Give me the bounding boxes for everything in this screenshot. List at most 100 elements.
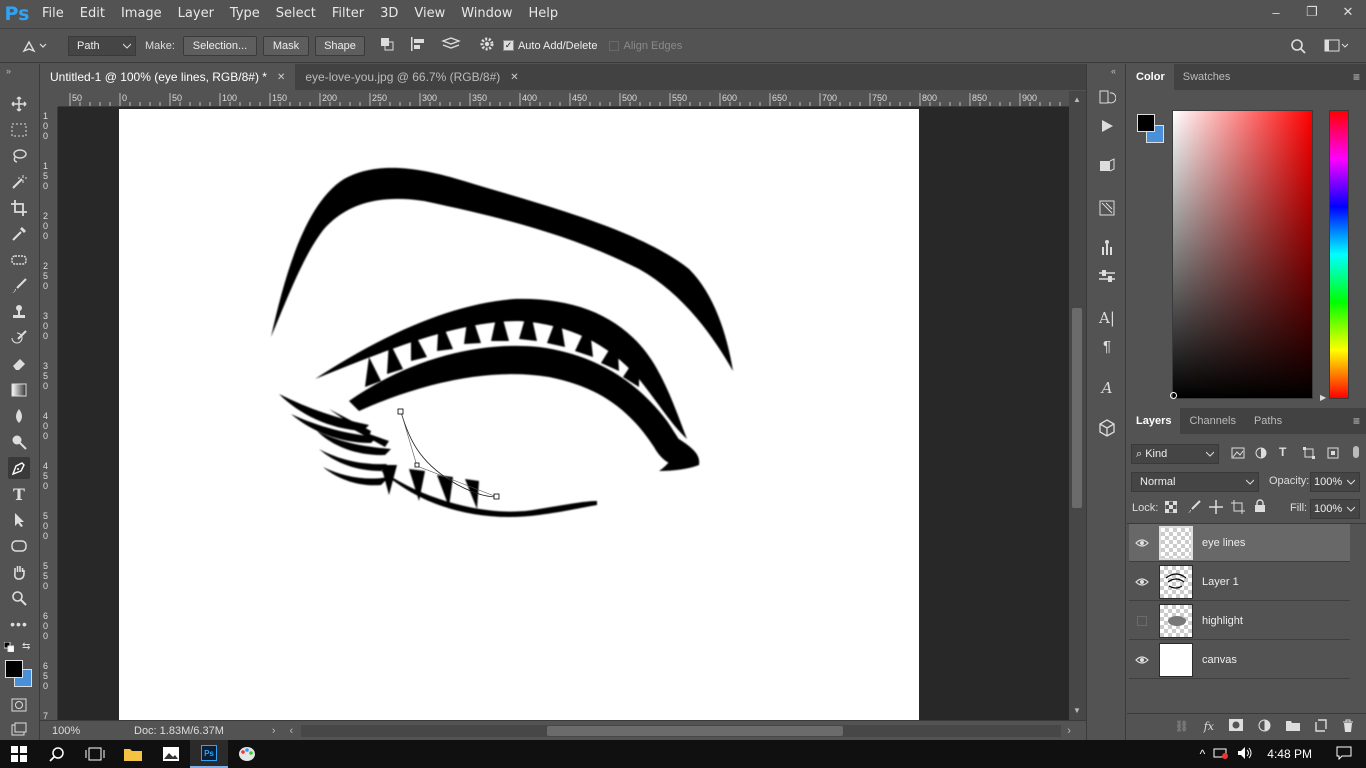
network-icon[interactable] <box>1213 746 1229 763</box>
tab-eye-love-you[interactable]: eye-love-you.jpg @ 66.7% (RGB/8#) ✕ <box>295 64 528 90</box>
brush-tool-icon[interactable] <box>8 275 30 297</box>
eyedropper-tool-icon[interactable] <box>8 223 30 245</box>
pen-tool-icon[interactable] <box>8 457 30 479</box>
clone-source-panel-icon[interactable] <box>1095 196 1119 220</box>
scroll-left-arrow[interactable]: ‹ <box>290 725 294 737</box>
menu-image[interactable]: Image <box>113 0 170 28</box>
history-panel-icon[interactable] <box>1095 86 1119 110</box>
workspace-switcher-icon[interactable] <box>1324 38 1349 57</box>
crop-tool-icon[interactable] <box>8 197 30 219</box>
history-brush-tool-icon[interactable] <box>8 327 30 349</box>
restore-button[interactable]: ❐ <box>1294 0 1330 24</box>
pixel-filter-icon[interactable] <box>1231 447 1245 462</box>
shape-filter-icon[interactable] <box>1303 447 1315 462</box>
fill-input[interactable]: 100% <box>1310 499 1360 519</box>
eye-icon[interactable] <box>1129 538 1155 548</box>
smart-object-filter-icon[interactable] <box>1327 447 1339 462</box>
minimize-button[interactable]: – <box>1258 0 1294 24</box>
path-alignment-icon[interactable] <box>409 36 427 55</box>
paragraph-panel-icon[interactable]: ¶ <box>1095 334 1119 358</box>
layer-name[interactable]: Layer 1 <box>1202 576 1239 588</box>
lasso-tool-icon[interactable] <box>8 145 30 167</box>
collapse-tools-icon[interactable]: » <box>6 66 11 76</box>
layer-name[interactable]: highlight <box>1202 615 1243 627</box>
document-workspace[interactable] <box>58 107 1069 720</box>
scroll-right-arrow[interactable]: › <box>1067 725 1071 737</box>
tab-color[interactable]: Color <box>1127 64 1174 90</box>
lock-all-icon[interactable] <box>1254 499 1266 516</box>
layer-name[interactable]: eye lines <box>1202 537 1245 549</box>
eye-icon[interactable] <box>1129 577 1155 587</box>
path-selection-tool-icon[interactable] <box>8 509 30 531</box>
layer-row-layer-1[interactable]: Layer 1 <box>1129 563 1350 601</box>
collapse-dock-icon[interactable]: « <box>1111 66 1116 76</box>
fx-icon[interactable]: fx <box>1204 720 1214 733</box>
menu-file[interactable]: File <box>34 0 72 28</box>
character-panel-icon[interactable]: A| <box>1095 306 1119 330</box>
swap-colors-icon[interactable]: ⇆ <box>22 641 30 652</box>
vertical-scrollbar[interactable]: ▲ ▼ <box>1069 91 1086 720</box>
new-group-icon[interactable] <box>1286 719 1300 734</box>
adjustments-panel-icon[interactable] <box>1095 264 1119 288</box>
scroll-up-arrow[interactable]: ▲ <box>1073 95 1081 104</box>
search-icon[interactable] <box>38 740 76 768</box>
tool-mode-select[interactable]: Path <box>68 35 136 56</box>
add-mask-icon[interactable] <box>1229 719 1243 734</box>
eye-icon[interactable] <box>1129 655 1155 665</box>
rectangle-tool-icon[interactable] <box>8 535 30 557</box>
auto-add-delete-checkbox[interactable]: ✓ <box>502 40 514 51</box>
layer-row-eye-lines[interactable]: eye lines <box>1129 524 1350 562</box>
scroll-down-arrow[interactable]: ▼ <box>1073 706 1081 715</box>
gradient-tool-icon[interactable] <box>8 379 30 401</box>
more-tools-icon[interactable]: ••• <box>8 613 30 635</box>
task-view-icon[interactable] <box>76 740 114 768</box>
menu-view[interactable]: View <box>406 0 453 28</box>
opacity-input[interactable]: 100% <box>1310 472 1360 492</box>
paint-app-icon[interactable] <box>228 740 266 768</box>
type-tool-icon[interactable]: T <box>8 483 30 505</box>
brush-presets-panel-icon[interactable] <box>1095 236 1119 260</box>
lock-pixels-icon[interactable] <box>1187 500 1201 517</box>
windows-start-icon[interactable] <box>0 740 38 768</box>
menu-layer[interactable]: Layer <box>170 0 222 28</box>
volume-icon[interactable] <box>1237 746 1253 763</box>
panel-menu-icon[interactable]: ≡ <box>1353 414 1360 428</box>
make-mask-button[interactable]: Mask <box>262 35 309 56</box>
menu-type[interactable]: Type <box>222 0 268 28</box>
new-layer-icon[interactable] <box>1315 718 1327 735</box>
layer-row-canvas[interactable]: canvas <box>1129 641 1350 679</box>
close-tab-icon[interactable]: ✕ <box>277 72 285 83</box>
hand-tool-icon[interactable] <box>8 561 30 583</box>
lock-artboard-icon[interactable] <box>1231 500 1245 517</box>
trash-icon[interactable] <box>1342 719 1354 735</box>
horizontal-ruler[interactable]: 50 0 50 100 150 200 250 300 350 400 450 … <box>58 91 1069 107</box>
quick-mask-icon[interactable] <box>8 694 30 716</box>
align-edges-checkbox[interactable] <box>609 40 620 51</box>
color-picker-field[interactable] <box>1172 110 1313 399</box>
make-shape-button[interactable]: Shape <box>314 35 365 56</box>
adjustment-layer-icon[interactable] <box>1258 719 1271 735</box>
photoshop-taskbar-icon[interactable]: Ps <box>190 740 228 768</box>
horizontal-scroll-track[interactable] <box>301 724 1062 737</box>
eraser-tool-icon[interactable] <box>8 353 30 375</box>
close-button[interactable]: ✕ <box>1330 0 1366 24</box>
link-layers-icon[interactable]: ⛓ <box>1175 720 1189 733</box>
gear-icon[interactable] <box>479 36 495 55</box>
default-colors-icon[interactable] <box>3 641 15 655</box>
tab-layers[interactable]: Layers <box>1127 408 1181 434</box>
status-menu-arrow[interactable]: › <box>272 725 276 737</box>
close-tab-icon[interactable]: ✕ <box>510 72 518 83</box>
foreground-color-swatch[interactable] <box>5 660 23 678</box>
healing-brush-tool-icon[interactable] <box>8 249 30 271</box>
layer-name[interactable]: canvas <box>1202 654 1237 666</box>
color-picker-marker[interactable] <box>1170 392 1177 399</box>
zoom-level[interactable]: 100% <box>52 725 112 737</box>
path-arrangement-icon[interactable] <box>441 36 461 55</box>
hue-slider[interactable] <box>1329 110 1349 399</box>
menu-help[interactable]: Help <box>521 0 567 28</box>
color-fg-swatch[interactable] <box>1137 114 1155 132</box>
layer-row-highlight[interactable]: highlight <box>1129 602 1350 640</box>
glyphs-panel-icon[interactable]: A <box>1095 376 1119 400</box>
dodge-tool-icon[interactable] <box>8 431 30 453</box>
tab-untitled-1[interactable]: Untitled-1 @ 100% (eye lines, RGB/8#) * … <box>40 64 296 90</box>
